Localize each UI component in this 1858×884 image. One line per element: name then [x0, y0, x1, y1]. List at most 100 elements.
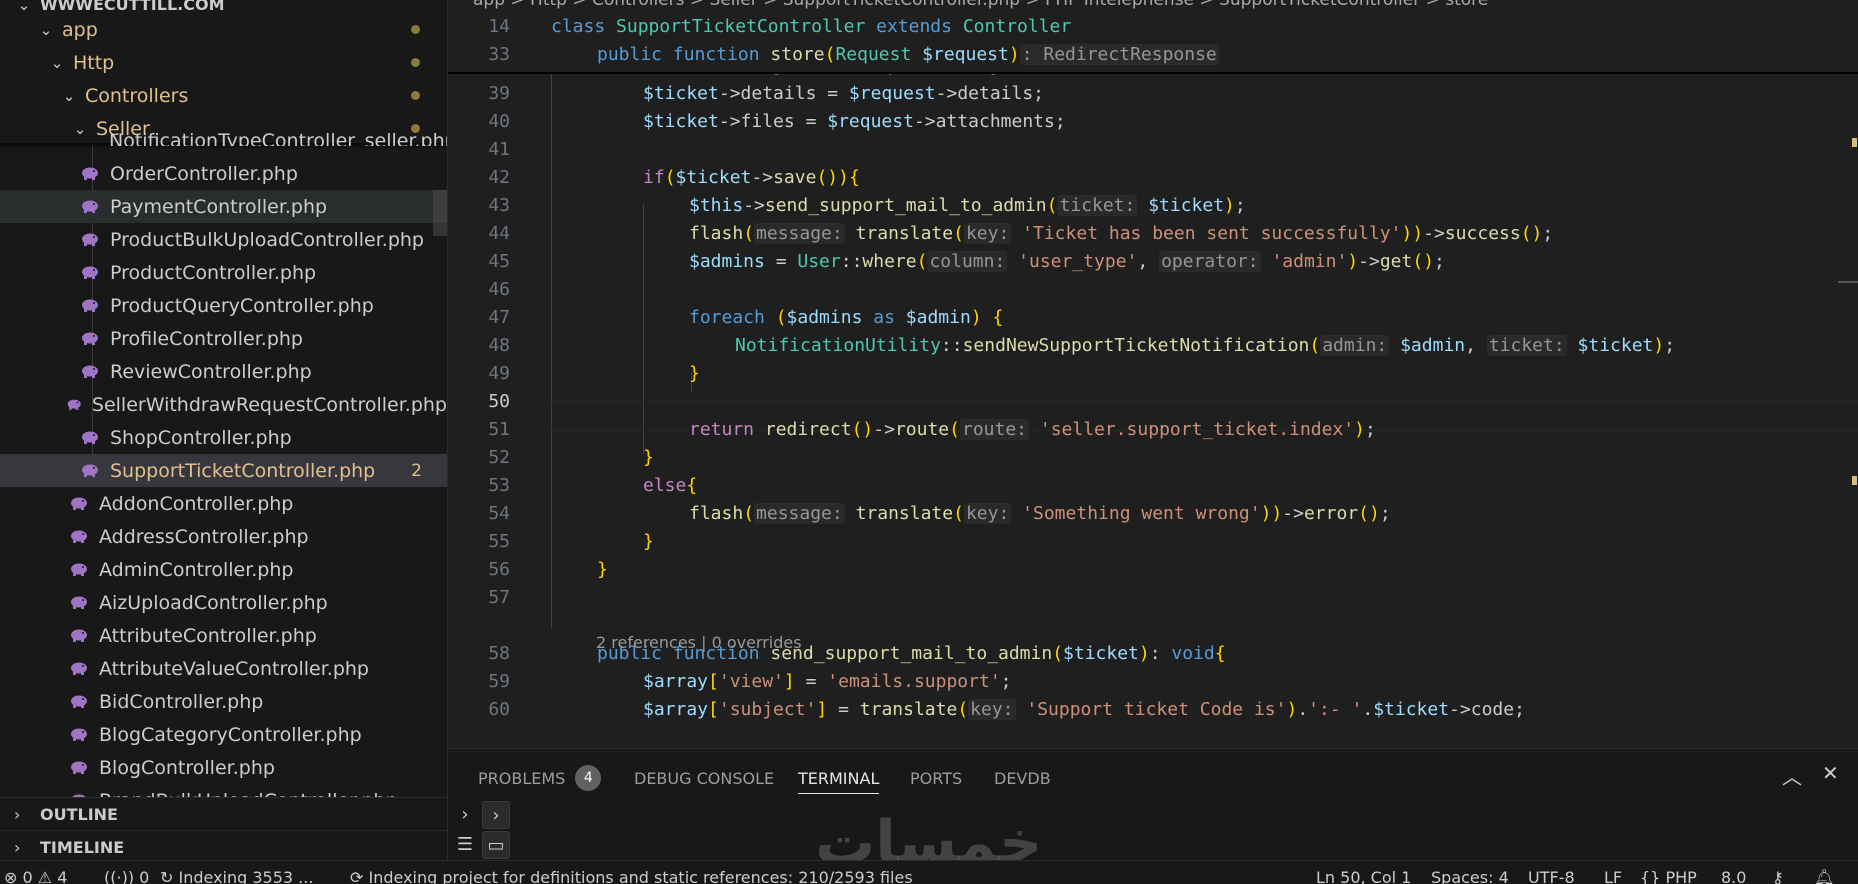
line-code: }: [689, 362, 700, 384]
code-editor[interactable]: app > Http > Controllers > Seller > Supp…: [448, 0, 1858, 748]
code-line[interactable]: 43 $this->send_support_mail_to_admin(tick…: [448, 191, 1858, 219]
folder-http[interactable]: ⌄ Http: [0, 46, 447, 79]
code-line[interactable]: 41: [448, 135, 1858, 163]
php-elephant-icon: [71, 563, 87, 576]
line-number: 57: [488, 586, 510, 608]
tab-debug-console[interactable]: DEBUG CONSOLE: [634, 763, 774, 793]
code-line[interactable]: 40 $ticket->files = $request->attachments…: [448, 107, 1858, 135]
file-row[interactable]: AttributeController.php: [0, 619, 447, 652]
sticky-scroll[interactable]: 14 class SupportTicketController extends…: [448, 12, 1858, 74]
php-elephant-icon: [82, 365, 98, 378]
modified-dot-icon: [411, 25, 420, 34]
cursor-position[interactable]: Ln 50, Col 1: [1316, 861, 1411, 884]
tab-problems[interactable]: PROBLEMS 4: [478, 763, 602, 793]
file-row[interactable]: ReviewController.php: [0, 355, 447, 388]
indexing-status[interactable]: ↻ Indexing 3553 ...: [160, 861, 313, 884]
notifications-icon[interactable]: 🔔︎: [1814, 861, 1834, 884]
code-line[interactable]: 44 flash(message: translate(key: 'Ticket …: [448, 219, 1858, 247]
file-row[interactable]: BlogCategoryController.php: [0, 718, 447, 751]
file-row[interactable]: SellerWithdrawRequestController.php: [0, 388, 447, 421]
tab-ports[interactable]: PORTS: [910, 763, 962, 793]
code-line[interactable]: 55}: [448, 527, 1858, 555]
file-row[interactable]: BlogController.php: [0, 751, 447, 784]
language-mode[interactable]: {} PHP: [1640, 861, 1697, 884]
indexing-progress[interactable]: ⟳ Indexing project for definitions and s…: [350, 861, 913, 884]
file-label: AddressController.php: [99, 525, 309, 548]
line-code: $admins = User::where(column: 'user_type…: [689, 250, 1445, 272]
maximize-panel-icon[interactable]: ︿: [1782, 761, 1802, 790]
folder-app[interactable]: ⌄ app: [0, 13, 447, 46]
sidebar-scrollbar[interactable]: [433, 190, 447, 236]
code-line[interactable]: 60 $array['subject'] = translate(key: 'Su…: [448, 695, 1858, 723]
breadcrumb[interactable]: app > Http > Controllers > Seller > Supp…: [448, 0, 1858, 10]
php-elephant-icon: [82, 233, 98, 246]
terminal-icon[interactable]: ▭: [482, 831, 510, 859]
file-row[interactable]: AttributeValueController.php: [0, 652, 447, 685]
tab-label: PROBLEMS: [478, 768, 566, 788]
file-row[interactable]: AizUploadController.php: [0, 586, 447, 619]
file-label: ShopController.php: [110, 426, 292, 449]
close-panel-icon[interactable]: ✕: [1822, 761, 1839, 785]
file-row[interactable]: ProfileController.php: [0, 322, 447, 355]
timeline-section[interactable]: › TIMELINE: [0, 830, 447, 860]
problems-status[interactable]: ⊗ 0 ⚠ 4: [4, 861, 67, 884]
code-line[interactable]: 39 $ticket->details = $request->details;: [448, 79, 1858, 107]
file-row[interactable]: OrderController.php: [0, 157, 447, 190]
code-line[interactable]: 45 $admins = User::where(column: 'user_ty…: [448, 247, 1858, 275]
code-line[interactable]: 51 return redirect()->route(route: 'selle…: [448, 415, 1858, 443]
line-code: $ticket->files = $request->attachments;: [643, 110, 1066, 132]
code-line[interactable]: 53 else{: [448, 471, 1858, 499]
terminal-list-icon[interactable]: ☰: [452, 831, 478, 857]
error-count: 0: [22, 868, 33, 884]
code-line[interactable]: 52}: [448, 443, 1858, 471]
file-row[interactable]: AddressController.php: [0, 520, 447, 553]
end-of-line[interactable]: LF: [1604, 861, 1622, 884]
code-line[interactable]: 56}: [448, 555, 1858, 583]
code-line[interactable]: 46: [448, 275, 1858, 303]
terminal-chevron-icon[interactable]: ›: [452, 801, 478, 827]
code-line[interactable]: 54 flash(message: translate(key: 'Somethi…: [448, 499, 1858, 527]
code-line[interactable]: 50: [448, 387, 1858, 415]
file-row[interactable]: BidController.php: [0, 685, 447, 718]
status-bar: ⊗ 0 ⚠ 4 ((·)) 0 ↻ Indexing 3553 ... ⟳ In…: [0, 860, 1858, 884]
php-version[interactable]: 8.0: [1721, 861, 1746, 884]
php-elephant-icon: [82, 266, 98, 279]
file-row[interactable]: ProductController.php: [0, 256, 447, 289]
line-number: 41: [488, 138, 510, 160]
minimap-marker: [1852, 476, 1857, 485]
encoding[interactable]: UTF-8: [1528, 861, 1575, 884]
file-row[interactable]: ProductQueryController.php: [0, 289, 447, 322]
indentation[interactable]: Spaces: 4: [1431, 861, 1509, 884]
minimap-marker: [1852, 138, 1857, 147]
ports-status[interactable]: ((·)) 0: [104, 861, 149, 884]
sticky-line: 33 public function store(Request $reques…: [448, 40, 1858, 68]
file-label: AttributeController.php: [99, 624, 317, 647]
language-label: PHP: [1665, 868, 1697, 884]
file-row[interactable]: SupportTicketController.php 2: [0, 454, 447, 487]
tab-terminal[interactable]: TERMINAL: [798, 763, 880, 794]
tab-devdb[interactable]: DEVDB: [994, 763, 1051, 793]
folder-controllers[interactable]: ⌄ Controllers: [0, 79, 447, 112]
line-number: 59: [488, 670, 510, 692]
code-line[interactable]: 59 $array['view'] = 'emails.support';: [448, 667, 1858, 695]
key-icon[interactable]: ⚷: [1772, 861, 1784, 884]
sticky-code: class SupportTicketController extends Co…: [551, 15, 1072, 37]
code-line[interactable]: 57: [448, 583, 1858, 611]
code-line[interactable]: 48 NotificationUtility::sendNewSupportTic…: [448, 331, 1858, 359]
file-row[interactable]: PaymentController.php: [0, 190, 447, 223]
line-number: 56: [488, 558, 510, 580]
codelens[interactable]: 2 references | 0 overrides: [596, 633, 802, 652]
terminal-prompt-icon[interactable]: ›: [482, 801, 510, 829]
problem-count-badge: 2: [411, 460, 422, 481]
code-line[interactable]: 42 if($ticket->save()){: [448, 163, 1858, 191]
warning-count: 4: [57, 868, 68, 884]
outline-section[interactable]: › OUTLINE: [0, 797, 447, 831]
file-row-partial[interactable]: NotificationTypeController_seller.php: [0, 128, 447, 147]
code-line[interactable]: 47 foreach ($admins as $admin) {: [448, 303, 1858, 331]
file-row[interactable]: AdminController.php: [0, 553, 447, 586]
file-row[interactable]: ShopController.php: [0, 421, 447, 454]
file-row[interactable]: AddonController.php: [0, 487, 447, 520]
file-row[interactable]: ProductBulkUploadController.php: [0, 223, 447, 256]
line-number: 45: [488, 250, 510, 272]
code-line[interactable]: 49}: [448, 359, 1858, 387]
